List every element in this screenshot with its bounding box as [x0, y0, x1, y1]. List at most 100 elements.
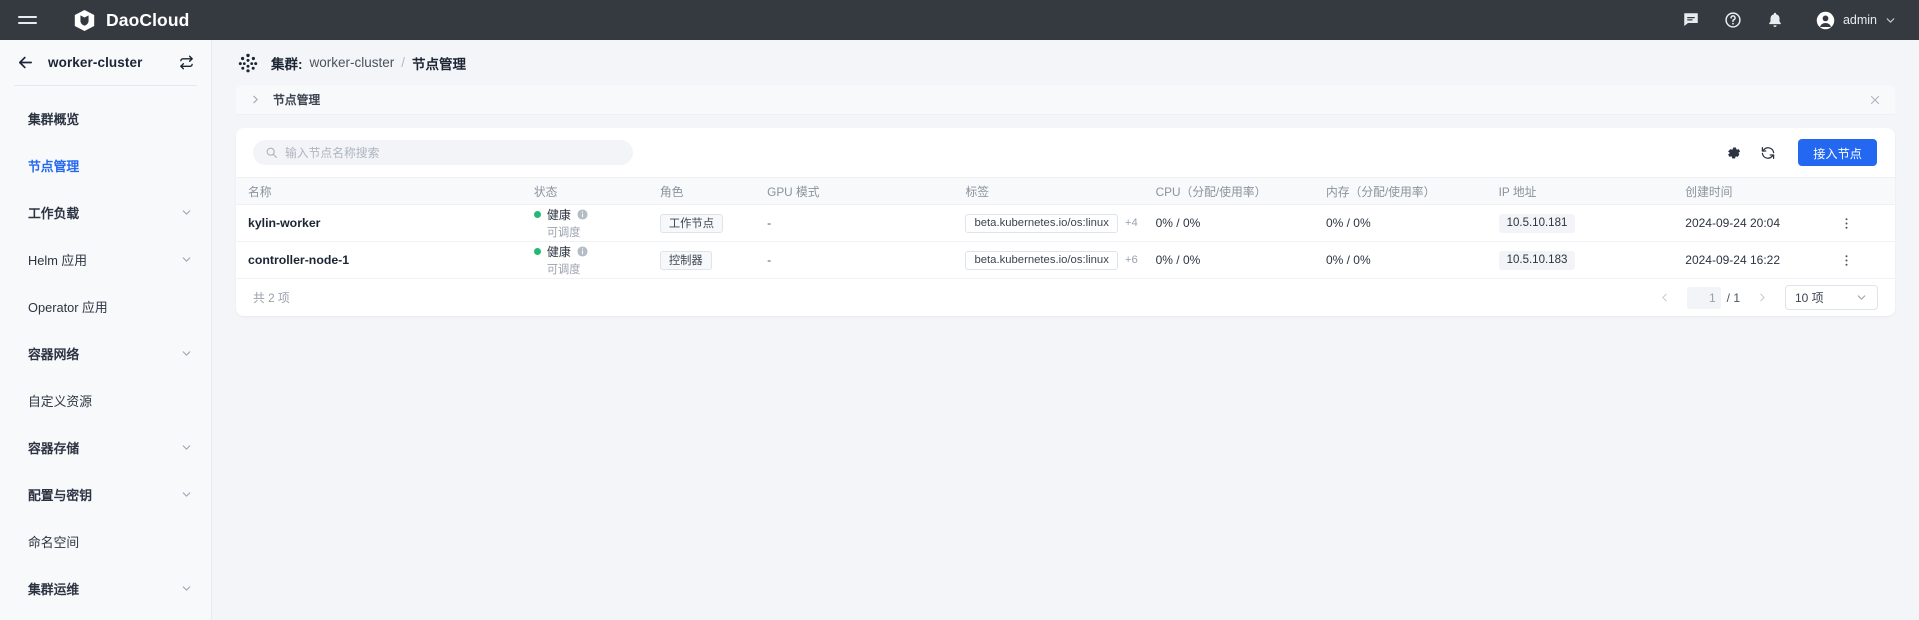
sidebar: worker-cluster 集群概览 节点管理 工作负载: [0, 40, 212, 620]
cell-status: 健康 可调度: [522, 242, 648, 279]
gpu-mode-value: -: [767, 216, 771, 230]
kebab-menu-icon[interactable]: [1837, 253, 1857, 268]
cell-memory: 0% / 0%: [1314, 205, 1487, 242]
cell-actions: [1825, 242, 1895, 279]
node-name-link[interactable]: controller-node-1: [248, 253, 349, 267]
sidebar-item-custom-resources[interactable]: 自定义资源: [0, 377, 211, 424]
sidebar-item-cluster-operations[interactable]: 集群运维: [0, 565, 211, 612]
arrow-left-icon[interactable]: [17, 54, 34, 71]
chevron-down-icon[interactable]: [180, 253, 193, 266]
cell-labels: beta.kubernetes.io/os:linux +4: [953, 205, 1143, 242]
sidebar-item-label: 集群概览: [28, 109, 193, 128]
breadcrumb-prefix: 集群:: [271, 53, 303, 73]
topbar-action-icons: admin: [1681, 10, 1897, 31]
user-menu[interactable]: admin: [1815, 10, 1897, 31]
status-top-row: 健康: [534, 206, 638, 223]
sidebar-item-label: 命名空间: [28, 532, 193, 551]
chevron-down-icon[interactable]: [1884, 14, 1897, 27]
sidebar-item-label: 工作负载: [28, 203, 180, 222]
cell-created-at: 2024-09-24 20:04: [1673, 205, 1825, 242]
info-icon[interactable]: [577, 209, 588, 220]
sidebar-item-workloads[interactable]: 工作负载: [0, 189, 211, 236]
chevron-right-icon[interactable]: [1752, 291, 1773, 304]
breadcrumb-cluster-link[interactable]: worker-cluster: [310, 55, 395, 70]
brand-logo-link[interactable]: DaoCloud: [72, 8, 189, 33]
role-tag: 工作节点: [660, 214, 723, 233]
column-header-gpu-mode[interactable]: GPU 模式: [755, 178, 953, 205]
top-navigation-bar: DaoCloud: [0, 0, 1919, 40]
sidebar-item-helm-apps[interactable]: Helm 应用: [0, 236, 211, 283]
chevron-down-icon[interactable]: [180, 488, 193, 501]
chevron-down-icon[interactable]: [180, 206, 193, 219]
close-icon[interactable]: [1869, 94, 1881, 106]
chevron-left-icon[interactable]: [1654, 291, 1675, 304]
switch-cluster-icon[interactable]: [179, 55, 194, 70]
table-row[interactable]: controller-node-1 健康: [236, 242, 1895, 279]
column-header-actions: [1825, 178, 1895, 205]
main-content: 集群: worker-cluster / 节点管理 节点管理: [212, 40, 1919, 620]
sidebar-item-node-management[interactable]: 节点管理: [0, 142, 211, 189]
brand-name: DaoCloud: [106, 10, 189, 31]
column-header-status[interactable]: 状态: [522, 178, 648, 205]
info-icon[interactable]: [577, 246, 588, 257]
gear-icon[interactable]: [1724, 143, 1744, 163]
collapsible-panel-header[interactable]: 节点管理: [236, 85, 1895, 115]
table-toolbar: 输入节点名称搜索 接入节: [236, 128, 1895, 177]
column-header-labels[interactable]: 标签: [953, 178, 1143, 205]
role-tag: 控制器: [660, 251, 712, 270]
ip-address-pill[interactable]: 10.5.10.183: [1499, 251, 1576, 270]
labels-group: beta.kubernetes.io/os:linux +4: [965, 214, 1133, 233]
cell-ip-address: 10.5.10.183: [1487, 242, 1674, 279]
column-header-role[interactable]: 角色: [648, 178, 755, 205]
sidebar-item-label: Helm 应用: [28, 250, 180, 269]
column-header-ip-address[interactable]: IP 地址: [1487, 178, 1674, 205]
chevron-down-icon: [1855, 291, 1868, 304]
kebab-menu-icon[interactable]: [1837, 216, 1857, 231]
page-body: worker-cluster 集群概览 节点管理 工作负载: [0, 40, 1919, 620]
chevron-down-icon[interactable]: [180, 347, 193, 360]
chat-icon[interactable]: [1681, 10, 1701, 30]
refresh-icon[interactable]: [1758, 143, 1778, 163]
node-name-link[interactable]: kylin-worker: [248, 216, 320, 230]
table-header-row: 名称 状态 角色 GPU 模式 标签 CPU（分配/使用率） 内存（分配/使用率…: [236, 178, 1895, 205]
sidebar-item-container-storage[interactable]: 容器存储: [0, 424, 211, 471]
hamburger-icon[interactable]: [18, 9, 40, 31]
table-row[interactable]: kylin-worker 健康: [236, 205, 1895, 242]
sidebar-item-label: 容器网络: [28, 344, 180, 363]
app-root: DaoCloud: [0, 0, 1919, 620]
sidebar-item-cluster-overview[interactable]: 集群概览: [0, 95, 211, 142]
notification-bell-icon[interactable]: [1765, 10, 1785, 30]
page-number-input[interactable]: [1687, 287, 1721, 309]
search-placeholder: 输入节点名称搜索: [285, 144, 379, 161]
cell-ip-address: 10.5.10.181: [1487, 205, 1674, 242]
column-header-cpu[interactable]: CPU（分配/使用率）: [1144, 178, 1314, 205]
sidebar-item-config-and-secrets[interactable]: 配置与密钥: [0, 471, 211, 518]
page-size-select[interactable]: 10 项: [1785, 285, 1878, 310]
gpu-mode-value: -: [767, 253, 771, 267]
table-header: 名称 状态 角色 GPU 模式 标签 CPU（分配/使用率） 内存（分配/使用率…: [236, 178, 1895, 205]
cell-created-at: 2024-09-24 16:22: [1673, 242, 1825, 279]
column-header-created-at[interactable]: 创建时间: [1673, 178, 1825, 205]
status-badge: 健康 可调度: [534, 206, 638, 240]
ip-address-pill[interactable]: 10.5.10.181: [1499, 214, 1576, 233]
cell-cpu: 0% / 0%: [1144, 242, 1314, 279]
column-header-name[interactable]: 名称: [236, 178, 522, 205]
chevron-right-icon[interactable]: [249, 93, 262, 106]
chevron-down-icon[interactable]: [180, 441, 193, 454]
search-input[interactable]: 输入节点名称搜索: [253, 140, 633, 165]
label-more-count[interactable]: +6: [1125, 254, 1138, 266]
cell-role: 控制器: [648, 242, 755, 279]
sidebar-item-operator-apps[interactable]: Operator 应用: [0, 283, 211, 330]
labels-group: beta.kubernetes.io/os:linux +6: [965, 251, 1133, 270]
column-header-memory[interactable]: 内存（分配/使用率）: [1314, 178, 1487, 205]
sidebar-item-container-network[interactable]: 容器网络: [0, 330, 211, 377]
cell-actions: [1825, 205, 1895, 242]
cell-status: 健康 可调度: [522, 205, 648, 242]
add-node-button[interactable]: 接入节点: [1798, 139, 1877, 166]
sidebar-item-namespaces[interactable]: 命名空间: [0, 518, 211, 565]
help-icon[interactable]: [1723, 10, 1743, 30]
chevron-down-icon[interactable]: [180, 582, 193, 595]
user-name-label: admin: [1843, 13, 1877, 27]
label-more-count[interactable]: +4: [1125, 217, 1138, 229]
breadcrumb-current: 节点管理: [412, 53, 466, 73]
